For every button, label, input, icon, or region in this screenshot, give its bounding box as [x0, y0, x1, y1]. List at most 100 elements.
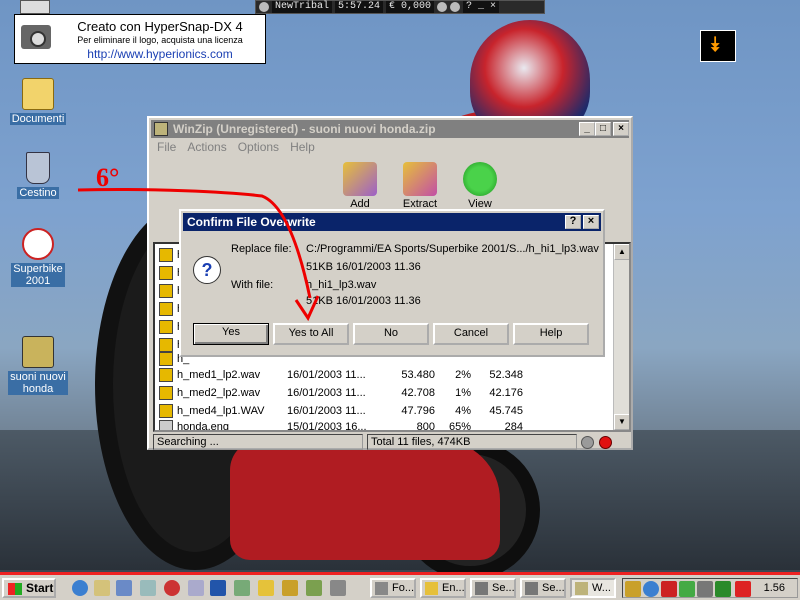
desktop-icon-ql[interactable] — [94, 580, 110, 596]
hypersnap-banner: Creato con HyperSnap-DX 4 Per eliminare … — [14, 14, 266, 64]
partial-desktop-icon[interactable] — [20, 0, 50, 14]
recycle-bin-icon — [26, 152, 50, 184]
with-label: With file: — [231, 279, 274, 291]
save-icon[interactable] — [210, 580, 226, 596]
start-button[interactable]: Start — [2, 578, 56, 598]
recycle-icon[interactable] — [188, 580, 204, 596]
wav-file-icon — [159, 368, 173, 382]
file-date: 16/01/2003 11... — [287, 387, 366, 399]
internet-explorer-icon[interactable] — [72, 580, 88, 596]
camera-icon — [475, 582, 488, 595]
task-winzip[interactable]: W... — [570, 578, 616, 598]
background-bike — [230, 440, 500, 560]
extract-button[interactable]: Extract — [399, 162, 441, 210]
file-date: 16/01/2003 11... — [287, 369, 366, 381]
start-label: Start — [26, 581, 54, 595]
no-button[interactable]: No — [353, 323, 429, 345]
file-icon — [159, 420, 173, 430]
top-toolbar: NewTribal 5:57.24 € 0,000 ? _ × — [255, 0, 545, 14]
status-bar: Searching ... Total 11 files, 474KB — [153, 434, 631, 450]
hypersnap-url[interactable]: http://www.hyperionics.com — [55, 47, 265, 61]
table-row[interactable]: honda.eng 15/01/2003 16... 800 65% 284 — [159, 418, 619, 432]
desktop-icon-suoni[interactable]: suoni nuovi honda — [6, 336, 70, 395]
menu-file[interactable]: File — [157, 140, 176, 156]
help-button[interactable]: Help — [513, 323, 589, 345]
dialog-close-button[interactable]: × — [583, 215, 599, 229]
task-label: En... — [442, 582, 465, 594]
desktop-icon-label: Superbike 2001 — [11, 263, 65, 287]
info-icon[interactable] — [450, 2, 461, 12]
with-info: 51KB 16/01/2003 11.36 — [306, 295, 421, 307]
view-icon — [463, 162, 497, 196]
calendar-icon[interactable] — [234, 580, 250, 596]
sbk-icon — [22, 228, 54, 260]
file-name: honda.eng — [177, 421, 229, 432]
desktop-icon-download[interactable]: ⯯ — [700, 30, 736, 62]
desktop-icon-cestino[interactable]: Cestino — [6, 152, 70, 199]
yes-button[interactable]: Yes — [193, 323, 269, 345]
maximize-button[interactable]: □ — [595, 122, 611, 136]
replace-label: Replace file: — [231, 243, 292, 255]
network-icon[interactable] — [258, 580, 274, 596]
windows-logo-icon — [8, 583, 22, 595]
task-se1[interactable]: Se... — [470, 578, 516, 598]
menu-options[interactable]: Options — [238, 140, 279, 156]
topbar-time: 5:57.24 — [335, 1, 384, 13]
add-icon — [343, 162, 377, 196]
wav-file-icon — [159, 320, 173, 334]
tree-icon[interactable] — [306, 580, 322, 596]
view-button[interactable]: View — [459, 162, 501, 210]
tray-green-icon[interactable] — [715, 581, 731, 597]
cancel-button[interactable]: Cancel — [433, 323, 509, 345]
tray-app-icon[interactable] — [679, 581, 695, 597]
camera-icon — [21, 25, 51, 49]
close-button[interactable]: × — [613, 122, 629, 136]
menu-help[interactable]: Help — [290, 140, 315, 156]
chrome-icon[interactable] — [164, 580, 180, 596]
power-icon[interactable] — [259, 2, 269, 12]
norton-icon[interactable] — [661, 581, 677, 597]
desktop-icon-superbike[interactable]: Superbike 2001 — [6, 228, 70, 287]
winzip-titlebar[interactable]: WinZip (Unregistered) - suoni nuovi hond… — [151, 120, 629, 138]
vertical-scrollbar[interactable]: ▲ ▼ — [613, 244, 629, 430]
app-icon[interactable] — [140, 580, 156, 596]
download-tray-icon[interactable] — [735, 581, 751, 597]
file-size: 53.480 — [401, 369, 435, 381]
task-folders[interactable]: Fo... — [370, 578, 416, 598]
minimize-button[interactable]: _ — [579, 122, 595, 136]
desktop-icon-documenti[interactable]: Documenti — [6, 78, 70, 125]
task-se2[interactable]: Se... — [520, 578, 566, 598]
table-row[interactable]: h_med2_lp2.wav 16/01/2003 11... 42.708 1… — [159, 384, 619, 402]
add-button[interactable]: Add — [339, 162, 381, 210]
file-name: h_med1_lp2.wav — [177, 369, 261, 381]
task-label: Fo... — [392, 582, 415, 594]
media-icon[interactable] — [116, 580, 132, 596]
file-size: 47.796 — [401, 405, 435, 417]
yes-to-all-button[interactable]: Yes to All — [273, 323, 349, 345]
scroll-up-button[interactable]: ▲ — [614, 244, 629, 260]
scroll-down-button[interactable]: ▼ — [614, 414, 629, 430]
tools-icon[interactable] — [282, 580, 298, 596]
globe-icon[interactable] — [643, 581, 659, 597]
file-packed: 42.176 — [489, 387, 523, 399]
settings-icon[interactable] — [437, 2, 448, 12]
wav-file-icon — [159, 266, 173, 280]
dialog-title: Confirm File Overwrite — [187, 215, 316, 229]
speaker-icon[interactable] — [625, 581, 641, 597]
topbar-controls[interactable]: ? _ × — [463, 1, 500, 13]
task-en[interactable]: En... — [420, 578, 466, 598]
table-row[interactable]: h_med1_lp2.wav 16/01/2003 11... 53.480 2… — [159, 366, 619, 384]
menu-actions[interactable]: Actions — [187, 140, 226, 156]
topbar-money: € 0,000 — [386, 1, 435, 13]
replace-info: 51KB 16/01/2003 11.36 — [306, 261, 421, 273]
tray-misc-icon[interactable] — [697, 581, 713, 597]
confirm-overwrite-dialog: Confirm File Overwrite ? × ? Replace fil… — [179, 209, 605, 357]
clock: 1.56 — [763, 582, 785, 594]
replace-path: C:/Programmi/EA Sports/Superbike 2001/S.… — [306, 243, 599, 255]
file-name: h_med2_lp2.wav — [177, 387, 261, 399]
dialog-titlebar[interactable]: Confirm File Overwrite ? × — [183, 213, 601, 231]
dialog-help-button[interactable]: ? — [565, 215, 581, 229]
wav-file-icon — [159, 284, 173, 298]
misc-icon[interactable] — [330, 580, 346, 596]
chevron-down-icon: ⯯ — [709, 34, 721, 56]
